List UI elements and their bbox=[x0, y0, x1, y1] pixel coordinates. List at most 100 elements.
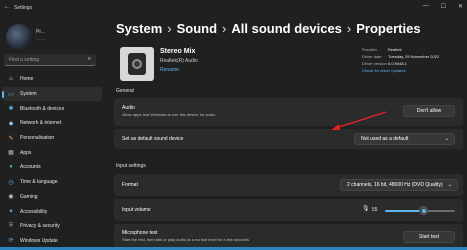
chevron-down-icon: ⌄ bbox=[447, 182, 452, 188]
microphone-test-subtitle: Start the test, then talk or play audio … bbox=[122, 237, 249, 242]
driver-info-row: Driver date Tuesday, 29 November 2022 bbox=[362, 53, 467, 60]
sidebar-item-bluetooth-devices[interactable]: ✱ Bluetooth & devices bbox=[2, 101, 102, 116]
start-test-button[interactable]: Start test bbox=[403, 231, 455, 243]
audio-subtitle: Allow apps and Windows to use this devic… bbox=[122, 112, 216, 117]
sidebar-item-label: Accounts bbox=[20, 164, 41, 171]
minimize-button[interactable]: — bbox=[423, 3, 429, 10]
default-device-dropdown[interactable]: Not used as a default ⌄ bbox=[354, 133, 455, 145]
breadcrumb-item[interactable]: Sound bbox=[177, 21, 217, 36]
sidebar-item-label: Windows Update bbox=[20, 237, 58, 244]
audio-title: Audio bbox=[122, 105, 135, 111]
sidebar-item-system[interactable]: ▭ System bbox=[2, 86, 102, 102]
sidebar-item-apps[interactable]: ▦ Apps bbox=[2, 145, 102, 160]
window-controls: — ☐ ✕ bbox=[423, 3, 463, 10]
sidebar-item-label: Personalisation bbox=[20, 135, 55, 142]
format-value: 2 channels, 16 bit, 48000 Hz (DVD Qualit… bbox=[347, 182, 443, 188]
audio-row: Audio Allow apps and Windows to use this… bbox=[114, 98, 463, 126]
sidebar-item-network-internet[interactable]: ◆ Network & internet bbox=[2, 116, 102, 131]
apps-icon: ▦ bbox=[8, 150, 14, 157]
sidebar-item-label: Accessibility bbox=[20, 208, 48, 215]
sidebar-item-label: Privacy & security bbox=[20, 223, 60, 230]
default-device-value: Not used as a default bbox=[361, 136, 409, 142]
close-button[interactable]: ✕ bbox=[458, 3, 463, 10]
profile-name: Pr... bbox=[36, 29, 45, 35]
sidebar-item-label: Network & internet bbox=[20, 120, 62, 127]
sidebar-item-personalisation[interactable]: ✎ Personalisation bbox=[2, 131, 102, 146]
accessibility-icon: ✦ bbox=[8, 209, 14, 216]
driver-info-value: Tuesday, 29 November 2022 bbox=[388, 54, 440, 59]
breadcrumb-separator: › bbox=[222, 21, 227, 36]
sidebar: Pr... ......... Find a setting ⌕ ⌂ Home ▭ S… bbox=[0, 18, 106, 250]
sidebar-item-label: Apps bbox=[20, 149, 32, 156]
format-title: Format bbox=[122, 182, 138, 188]
breadcrumb-item[interactable]: All sound devices bbox=[231, 21, 342, 36]
input-volume-row: Input volume 🎙 55 bbox=[114, 199, 463, 221]
check-driver-updates-link[interactable]: Check for driver updates bbox=[362, 68, 467, 73]
sidebar-item-gaming[interactable]: ◉ Gaming bbox=[2, 190, 102, 205]
sidebar-item-time-language[interactable]: ◷ Time & language bbox=[2, 175, 102, 190]
main-content: System › Sound › All sound devices › Propertie… bbox=[110, 18, 467, 250]
sidebar-nav: ⌂ Home ▭ System ✱ Bluetooth & devices ◆ Network… bbox=[2, 72, 102, 248]
microphone-icon: 🎙 bbox=[362, 206, 370, 212]
rename-link[interactable]: Rename bbox=[160, 67, 179, 73]
driver-info-value: Realtek bbox=[388, 47, 402, 52]
chevron-down-icon: ⌄ bbox=[444, 136, 449, 142]
search-icon: ⌕ bbox=[87, 56, 91, 62]
default-device-title: Set as default sound device bbox=[122, 136, 184, 142]
search-input[interactable]: Find a setting ⌕ bbox=[4, 54, 96, 66]
time-language-icon: ◷ bbox=[8, 179, 14, 186]
driver-info-key: Driver date bbox=[362, 54, 382, 59]
dont-allow-button[interactable]: Don't allow bbox=[403, 105, 455, 117]
brush-icon: ✎ bbox=[8, 135, 14, 142]
profile[interactable]: Pr... ......... bbox=[6, 24, 101, 54]
speaker-icon bbox=[120, 47, 154, 81]
microphone-test-title: Microphone test bbox=[122, 230, 158, 236]
network-icon: ◆ bbox=[8, 120, 14, 127]
input-volume-title: Input volume bbox=[122, 207, 151, 213]
back-arrow-icon[interactable]: ← bbox=[4, 4, 10, 10]
device-card: Stereo Mix Realtek(R) Audio Rename Provi… bbox=[116, 44, 461, 94]
sidebar-item-accessibility[interactable]: ✦ Accessibility bbox=[2, 204, 102, 219]
breadcrumb-item[interactable]: System bbox=[116, 21, 162, 36]
driver-info-key: Provider bbox=[362, 47, 377, 52]
windows-update-icon: ⟳ bbox=[8, 238, 14, 245]
sidebar-item-label: System bbox=[20, 91, 37, 98]
input-settings-heading: Input settings bbox=[116, 163, 146, 169]
accounts-icon: ● bbox=[9, 164, 13, 171]
format-dropdown[interactable]: 2 channels, 16 bit, 48000 Hz (DVD Qualit… bbox=[340, 179, 458, 191]
default-device-row: Set as default sound device Not used as … bbox=[114, 129, 463, 149]
breadcrumb-separator: › bbox=[346, 21, 352, 36]
sidebar-item-home[interactable]: ⌂ Home bbox=[2, 72, 102, 87]
device-maker: Realtek(R) Audio bbox=[160, 58, 198, 64]
gaming-icon: ◉ bbox=[8, 194, 14, 201]
driver-info-value: 6.0.9448.1 bbox=[388, 61, 407, 66]
title-bar: ← Settings — ☐ ✕ bbox=[0, 0, 467, 18]
general-heading: General bbox=[116, 88, 134, 94]
driver-info-key: Driver version bbox=[362, 61, 387, 66]
sidebar-item-label: Gaming bbox=[20, 193, 38, 200]
annotation-arrow-icon bbox=[331, 111, 387, 130]
slider-fill bbox=[385, 210, 424, 212]
driver-info-row: Provider Realtek bbox=[362, 46, 467, 53]
volume-value: 55 bbox=[372, 207, 378, 213]
device-name: Stereo Mix bbox=[160, 48, 196, 55]
sidebar-item-label: Home bbox=[20, 76, 34, 83]
app-title: Settings bbox=[14, 5, 33, 11]
slider-thumb[interactable] bbox=[419, 206, 428, 215]
driver-info-row: Driver version 6.0.9448.1 bbox=[362, 60, 467, 67]
profile-email: ......... bbox=[36, 36, 47, 41]
maximize-button[interactable]: ☐ bbox=[441, 3, 446, 10]
breadcrumb-separator: › bbox=[167, 21, 172, 36]
shield-icon: ⛨ bbox=[8, 222, 14, 229]
sidebar-item-label: Time & language bbox=[20, 179, 58, 186]
sidebar-item-privacy-security[interactable]: ⛨ Privacy & security bbox=[2, 219, 102, 234]
breadcrumb-item: Properties bbox=[356, 21, 421, 36]
sidebar-item-accounts[interactable]: ● Accounts bbox=[2, 160, 102, 175]
input-volume-slider[interactable] bbox=[385, 206, 455, 215]
format-row: Format 2 channels, 16 bit, 48000 Hz (DVD… bbox=[114, 174, 463, 196]
home-icon: ⌂ bbox=[9, 76, 13, 83]
sidebar-item-label: Bluetooth & devices bbox=[20, 105, 65, 112]
bluetooth-icon: ✱ bbox=[8, 106, 14, 113]
driver-info: Provider Realtek Driver date Tuesday, 29 No… bbox=[362, 46, 467, 73]
search-placeholder: Find a setting bbox=[9, 57, 40, 63]
